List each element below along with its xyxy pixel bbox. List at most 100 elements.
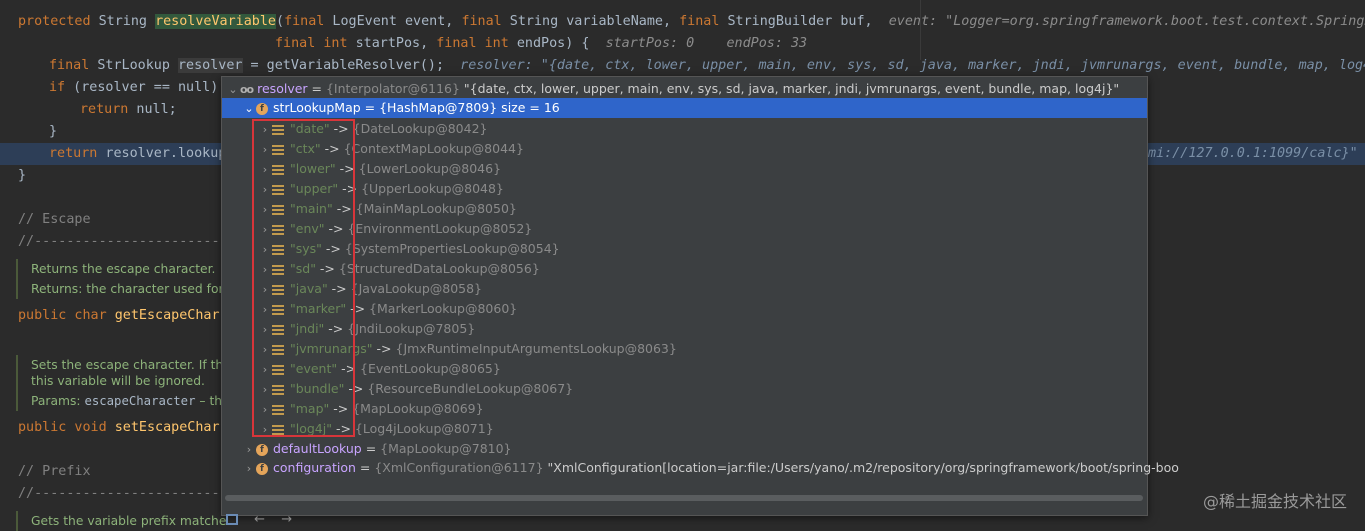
map-value: {JmxRuntimeInputArgumentsLookup@8063} [395,341,677,356]
chevron-right-icon[interactable]: › [258,120,272,140]
chevron-right-icon[interactable]: › [258,380,272,400]
chevron-right-icon[interactable]: › [242,459,256,479]
tree-row-map-entry[interactable]: › "event" -> {EventLookup@8065} [222,359,1147,379]
map-entry-icon [272,244,284,255]
horizontal-scrollbar[interactable] [225,495,1143,501]
map-key: "sys" [290,241,322,256]
map-key: "lower" [290,161,336,176]
tree-row-strlookupmap[interactable]: ⌄ f strLookupMap = {HashMap@7809} size = 1… [222,98,1147,118]
chevron-down-icon[interactable]: ⌄ [242,99,256,119]
chevron-right-icon[interactable]: › [258,140,272,160]
map-entry-icon [272,144,284,155]
map-arrow: -> [346,301,370,316]
inline-debug-hint-resolver: resolver: "{date, ctx, lower, upper, mai… [460,58,1365,73]
map-value: {MainMapLookup@8050} [355,201,517,216]
debugger-variables-popup[interactable]: ⌄ oo resolver = {Interpolator@6116} "{date… [221,76,1179,516]
map-value: {MapLookup@8069} [352,401,484,416]
tree-row-defaultlookup[interactable]: › f defaultLookup = {MapLookup@7810} [222,439,1147,459]
code-line-set-escape-char: public void setEscapeChar( [18,420,228,435]
map-entry-icon [272,264,284,275]
map-key: "main" [290,201,333,216]
chevron-right-icon[interactable]: › [258,400,272,420]
pin-icon[interactable] [226,514,238,525]
tree-row-map-entry[interactable]: › "marker" -> {MarkerLookup@8060} [222,299,1147,319]
chevron-right-icon[interactable]: › [258,320,272,340]
back-arrow-icon[interactable]: ← [254,512,265,527]
map-value: {UpperLookup@8048} [361,181,504,196]
chevron-right-icon[interactable]: › [258,280,272,300]
map-arrow: -> [329,121,353,136]
chevron-right-icon[interactable]: › [258,260,272,280]
tree-row-map-entry[interactable]: › "map" -> {MapLookup@8069} [222,399,1147,419]
chevron-right-icon[interactable]: › [258,180,272,200]
map-arrow: -> [324,221,348,236]
tree-row-map-entry[interactable]: › "log4j" -> {Log4jLookup@8071} [222,419,1147,439]
tree-row-map-entry[interactable]: › "upper" -> {UpperLookup@8048} [222,179,1147,199]
tree-row-map-entry[interactable]: › "sd" -> {StructuredDataLookup@8056} [222,259,1147,279]
chevron-down-icon[interactable]: ⌄ [226,80,240,100]
code-line-signature-cont: final int startPos, final int endPos) { … [275,36,808,51]
tree-row-map-entry[interactable]: › "jndi" -> {JndiLookup@7805} [222,319,1147,339]
tree-row-map-entry[interactable]: › "ctx" -> {ContextMapLookup@8044} [222,139,1147,159]
map-value: {EnvironmentLookup@8052} [347,221,533,236]
map-arrow: -> [332,201,356,216]
tree-row-configuration[interactable]: › f configuration = {XmlConfiguration@6117… [222,458,1179,479]
map-arrow: -> [320,141,344,156]
map-key: "jvmrunargs" [290,341,373,356]
code-line-if: if (resolver == null) [49,80,219,95]
comment-escape: // Escape [18,212,91,227]
inline-debug-hint-return: rmi://127.0.0.1:1099/calc}" [1140,146,1358,161]
map-entry-icon [272,344,284,355]
map-arrow: -> [337,361,361,376]
map-key: "jndi" [290,321,325,336]
map-entry-icon [272,204,284,215]
tree-row-map-entry[interactable]: › "bundle" -> {ResourceBundleLookup@8067} [222,379,1147,399]
map-value: {DateLookup@8042} [352,121,488,136]
inline-debug-hint-pos: startPos: 0 endPos: 33 [605,36,808,51]
map-entry-icon [272,364,284,375]
chevron-right-icon[interactable]: › [258,300,272,320]
chevron-right-icon[interactable]: › [258,420,272,440]
forward-arrow-icon[interactable]: → [281,512,292,527]
map-arrow: -> [321,241,345,256]
map-value: {EventLookup@8065} [360,361,501,376]
chevron-right-icon[interactable]: › [258,340,272,360]
map-key: "ctx" [290,141,321,156]
map-value: {ResourceBundleLookup@8067} [367,381,574,396]
map-arrow: -> [338,181,362,196]
chevron-right-icon[interactable]: › [258,360,272,380]
chevron-right-icon[interactable]: › [258,240,272,260]
map-key: "sd" [290,261,316,276]
chevron-right-icon[interactable]: › [258,220,272,240]
inline-debug-hint-event: event: "Logger=org.springframework.boot.… [888,14,1365,29]
map-arrow: -> [327,281,351,296]
map-value: {StructuredDataLookup@8056} [338,261,540,276]
tree-row-map-entry[interactable]: › "jvmrunargs" -> {JmxRuntimeInputArgumen… [222,339,1147,359]
chevron-right-icon[interactable]: › [258,200,272,220]
map-entry-icon [272,404,284,415]
javadoc-get-prefix: Gets the variable prefix matche [16,511,241,531]
code-line-method-signature: protected String resolveVariable(final L… [18,11,1365,33]
tree-row-map-entry[interactable]: › "lower" -> {LowerLookup@8046} [222,159,1147,179]
chevron-right-icon[interactable]: › [242,440,256,460]
map-key: "map" [290,401,330,416]
field-icon: f [256,462,268,475]
tree-row-map-entry[interactable]: › "env" -> {EnvironmentLookup@8052} [222,219,1147,239]
tree-row-map-entry[interactable]: › "main" -> {MainMapLookup@8050} [222,199,1147,219]
code-line-brace: } [49,124,58,139]
map-value: {SystemPropertiesLookup@8054} [344,241,560,256]
map-key: "upper" [290,181,339,196]
tree-row-map-entry[interactable]: › "date" -> {DateLookup@8042} [222,119,1147,139]
tree-row-map-entry[interactable]: › "sys" -> {SystemPropertiesLookup@8054} [222,239,1147,259]
tree-row-resolver[interactable]: ⌄ oo resolver = {Interpolator@6116} "{date… [222,79,1147,99]
chevron-right-icon[interactable]: › [258,160,272,180]
tree-row-map-entry[interactable]: › "java" -> {JavaLookup@8058} [222,279,1147,299]
code-line-get-escape-char: public char getEscapeChar( [18,308,228,323]
map-entry-icon [272,124,284,135]
map-arrow: -> [335,161,359,176]
javadoc-get-escape-char: Returns the escape character. Returns: t… [16,259,241,299]
map-key: "log4j" [290,421,332,436]
map-key: "env" [290,221,325,236]
code-line-resolver: final StrLookup resolver = getVariableRe… [49,55,1365,77]
debug-watch-icon: oo [240,83,254,96]
